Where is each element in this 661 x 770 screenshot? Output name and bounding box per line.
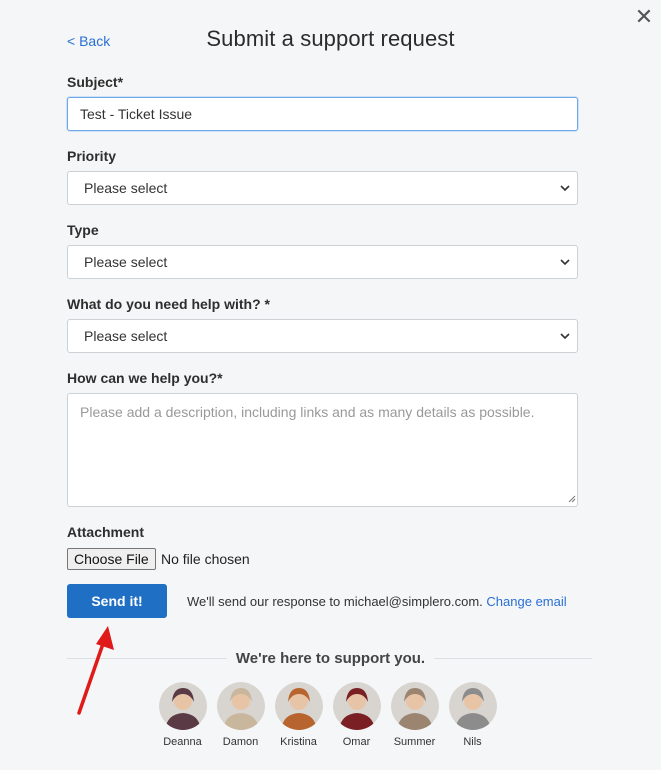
team-member-name: Nils [463,736,482,748]
resize-grip-icon[interactable] [567,494,576,503]
team-member: Nils [448,682,497,748]
change-email-link[interactable]: Change email [486,594,566,609]
help-topic-select-value: Please select [67,319,578,353]
team-member: Summer [390,682,439,748]
avatar [274,682,323,730]
type-select-value: Please select [67,245,578,279]
team-member-name: Kristina [280,736,317,748]
help-topic-select[interactable]: Please select [67,319,578,353]
team-member-name: Damon [222,736,259,748]
team-member-name: Deanna [163,736,202,748]
chevron-down-icon [560,333,570,340]
avatar [448,682,497,730]
subject-label: Subject* [67,74,124,90]
team-member: Deanna [158,682,207,748]
priority-select[interactable]: Please select [67,171,578,205]
priority-label: Priority [67,148,117,164]
avatar [216,682,265,730]
page-title: Submit a support request [206,26,455,51]
avatar [332,682,381,730]
team-member: Kristina [274,682,323,748]
type-label: Type [67,222,99,238]
description-label: How can we help you?* [67,370,223,386]
response-notice: We'll send our response to michael@simpl… [187,594,567,609]
team-member-name: Omar [342,736,371,748]
chevron-down-icon [560,185,570,192]
type-select[interactable]: Please select [67,245,578,279]
file-status-text: No file chosen [161,551,250,567]
send-button[interactable]: Send it! [67,584,167,618]
choose-file-button[interactable]: Choose File [67,548,156,570]
team-member: Omar [332,682,381,748]
attachment-label: Attachment [67,524,145,540]
chevron-down-icon [560,259,570,266]
priority-select-value: Please select [67,171,578,205]
team-member: Damon [216,682,265,748]
close-icon[interactable]: ✕ [633,6,655,28]
support-team: Deanna Damon Kristina Omar Summer Nils [158,682,497,748]
subject-input[interactable] [67,97,578,131]
team-member-name: Summer [393,736,436,748]
response-notice-text: We'll send our response to michael@simpl… [187,594,483,609]
avatar [390,682,439,730]
annotation-arrow-icon [77,626,114,715]
avatar [158,682,207,730]
description-textarea[interactable] [67,393,578,507]
help-topic-label: What do you need help with? * [67,296,270,312]
